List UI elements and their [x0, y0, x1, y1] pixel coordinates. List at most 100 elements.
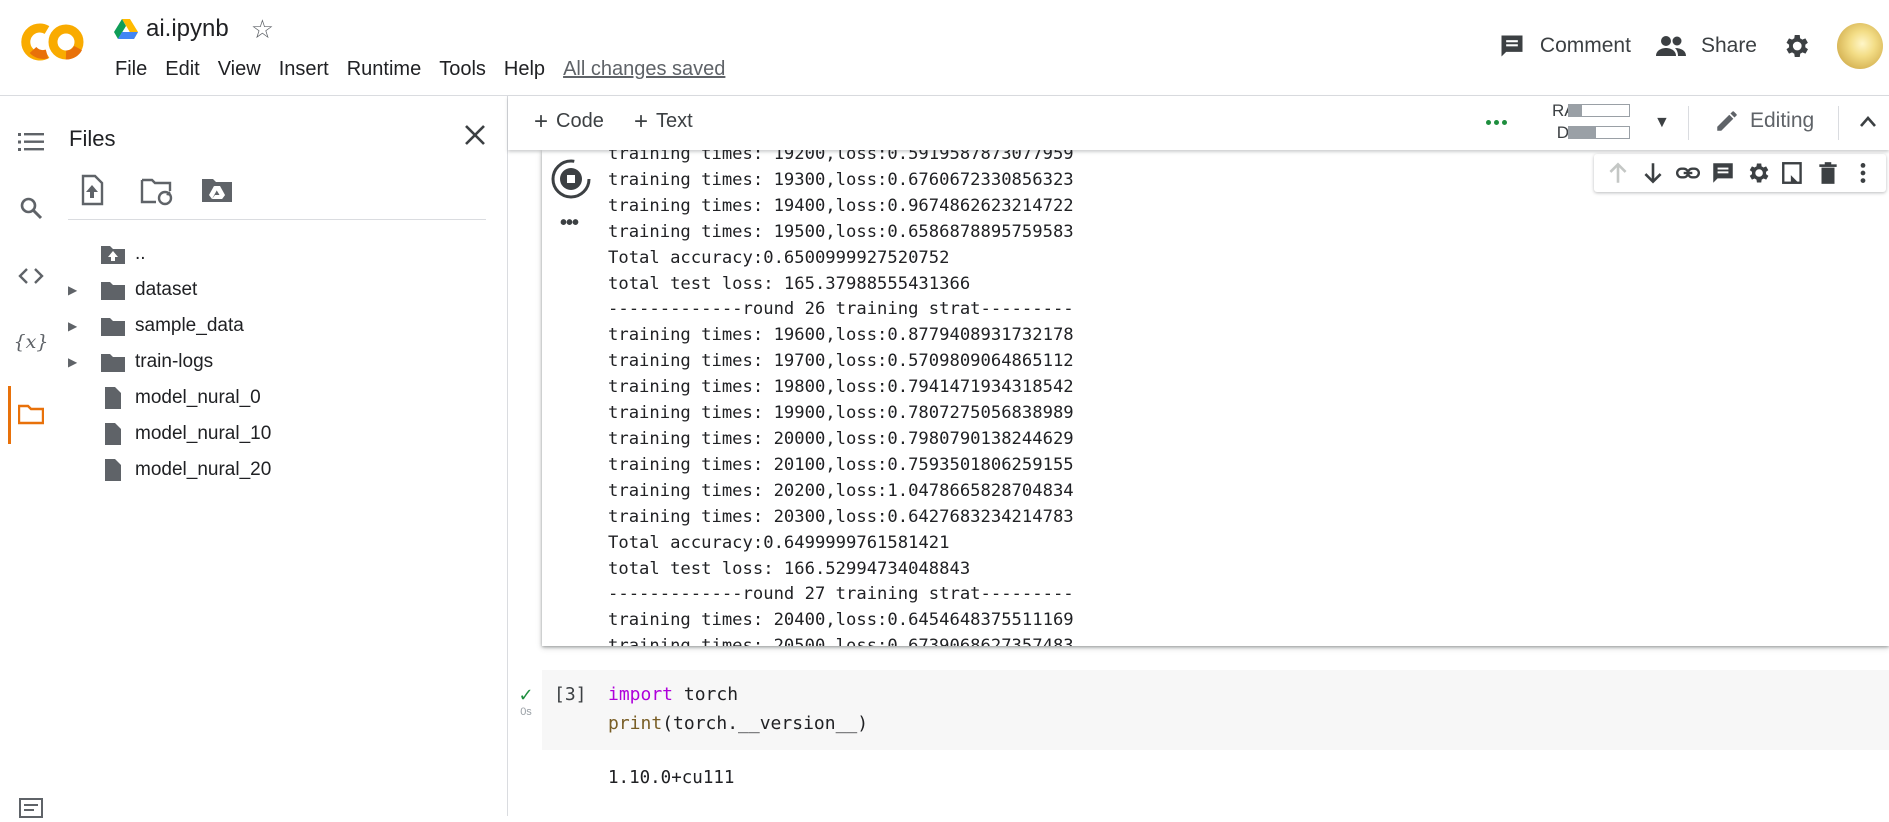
- output-line: training times: 20300,loss:0.64276832342…: [608, 506, 1074, 527]
- output-line: training times: 19300,loss:0.67606723308…: [608, 169, 1074, 190]
- output-line: training times: 19500,loss:0.65868788957…: [608, 221, 1074, 242]
- cell-toolbar: [1594, 154, 1886, 192]
- menu-view[interactable]: View: [209, 56, 270, 83]
- files-folder-icon[interactable]: [17, 400, 45, 428]
- tree-item-label: ..: [135, 243, 146, 264]
- menu-file[interactable]: File: [106, 56, 156, 83]
- output-line: training times: 20400,loss:0.64546483755…: [608, 610, 1074, 631]
- tree-item-sample-data[interactable]: ▶ sample_data: [54, 308, 508, 344]
- stop-execution-icon[interactable]: [550, 158, 592, 200]
- saved-status[interactable]: All changes saved: [554, 56, 734, 83]
- expand-caret-icon[interactable]: ▶: [68, 283, 78, 297]
- add-text-label: Text: [656, 110, 693, 132]
- exec-time: 0s: [520, 706, 532, 718]
- menu-edit[interactable]: Edit: [156, 56, 208, 83]
- rail-active-indicator: [8, 386, 11, 444]
- code-editor[interactable]: import torch print(torch.__version__): [608, 680, 868, 738]
- code-text: (torch.__version__): [662, 713, 869, 734]
- header-actions: Comment Share: [1498, 0, 1889, 92]
- add-comment-icon[interactable]: [1710, 160, 1736, 186]
- user-avatar[interactable]: [1837, 23, 1883, 69]
- plus-icon: +: [534, 107, 549, 135]
- tree-item-model-nural-0[interactable]: model_nural_0: [54, 380, 508, 416]
- output-line: Total accuracy:0.6500999927520752: [608, 247, 950, 268]
- resources-dropdown-icon[interactable]: ▼: [1654, 114, 1670, 132]
- output-line: -------------round 27 training strat----…: [608, 584, 1074, 605]
- toolbar-divider: [1838, 106, 1839, 140]
- comment-button[interactable]: Comment: [1498, 32, 1631, 60]
- terminal-icon[interactable]: [17, 794, 45, 822]
- output-line: Total accuracy:0.6499999761581421: [608, 532, 950, 553]
- folder-icon: [101, 354, 125, 372]
- output-line: training times: 19700,loss:0.57098090648…: [608, 351, 1074, 372]
- menu-tools[interactable]: Tools: [430, 56, 495, 83]
- more-vert-icon[interactable]: [1850, 160, 1876, 186]
- tree-item-dataset[interactable]: ▶ dataset: [54, 272, 508, 308]
- files-panel: Files .. ▶ dataset ▶ sample_data ▶ train…: [54, 96, 508, 816]
- share-button[interactable]: Share: [1655, 34, 1757, 58]
- exec-count: [3]: [554, 684, 587, 705]
- editing-mode-button[interactable]: Editing: [1714, 108, 1814, 134]
- runtime-busy-indicator: [1486, 120, 1510, 125]
- mount-drive-icon[interactable]: [200, 174, 234, 206]
- link-icon[interactable]: [1675, 160, 1701, 186]
- notebook-toolbar: + Code + Text RAM Disk ▼ Editing: [508, 96, 1889, 150]
- files-toolbar: [68, 172, 486, 220]
- disk-usage-fill: [1569, 127, 1596, 138]
- star-icon[interactable]: ☆: [251, 16, 274, 42]
- tree-item-label: sample_data: [135, 315, 244, 336]
- share-label: Share: [1700, 34, 1757, 57]
- chevron-up-icon[interactable]: [1858, 112, 1878, 132]
- tree-item-train-logs[interactable]: ▶ train-logs: [54, 344, 508, 380]
- code-snippets-icon[interactable]: [17, 262, 45, 290]
- tree-item-model-nural-10[interactable]: model_nural_10: [54, 416, 508, 452]
- left-rail: {x}: [0, 96, 54, 818]
- more-output-icon[interactable]: •••: [560, 212, 579, 235]
- output-cell[interactable]: ••• training times: 19200,loss:0.5919587…: [542, 150, 1889, 646]
- settings-gear-icon[interactable]: [1781, 31, 1811, 61]
- output-text: training times: 19200,loss:0.59195878730…: [608, 150, 1074, 646]
- tree-item-parent[interactable]: ..: [54, 236, 508, 272]
- output-line: total test loss: 166.52994734048843: [608, 558, 971, 579]
- output-line: training times: 19400,loss:0.96748626232…: [608, 195, 1074, 216]
- cell-settings-gear-icon[interactable]: [1745, 160, 1771, 186]
- close-icon[interactable]: [458, 118, 492, 152]
- table-of-contents-icon[interactable]: [17, 128, 45, 156]
- menu-runtime[interactable]: Runtime: [338, 56, 430, 83]
- add-code-button[interactable]: + Code: [534, 107, 604, 135]
- add-code-label: Code: [556, 110, 604, 132]
- expand-caret-icon[interactable]: ▶: [68, 355, 78, 369]
- output-line: training times: 20000,loss:0.79807901382…: [608, 428, 1074, 449]
- colab-logo[interactable]: [20, 20, 86, 64]
- tree-item-label: dataset: [135, 279, 198, 300]
- menu-insert[interactable]: Insert: [270, 56, 338, 83]
- refresh-folder-icon[interactable]: [140, 174, 174, 206]
- cell-run-status[interactable]: ✓ 0s: [516, 686, 536, 718]
- file-tree: .. ▶ dataset ▶ sample_data ▶ train-logs …: [54, 236, 508, 488]
- move-down-arrow-icon[interactable]: [1640, 160, 1666, 186]
- tree-item-label: model_nural_10: [135, 423, 272, 444]
- variables-icon[interactable]: {x}: [14, 328, 49, 356]
- search-icon[interactable]: [17, 194, 45, 222]
- add-text-button[interactable]: + Text: [634, 107, 693, 135]
- people-icon: [1655, 36, 1686, 56]
- google-drive-icon[interactable]: [114, 18, 138, 40]
- disk-usage-bar: [1568, 126, 1630, 139]
- output-line: training times: 20500,loss:0.67390686273…: [608, 634, 1074, 646]
- expand-caret-icon[interactable]: ▶: [68, 319, 78, 333]
- mirror-cell-icon[interactable]: [1780, 160, 1806, 186]
- code-keyword: import: [608, 684, 674, 705]
- output-line: total test loss: 165.37988555431366: [608, 273, 971, 294]
- notebook-title[interactable]: ai.ipynb: [146, 15, 229, 43]
- plus-icon: +: [634, 107, 649, 135]
- delete-trash-icon[interactable]: [1815, 160, 1841, 186]
- move-up-arrow-icon[interactable]: [1605, 160, 1631, 186]
- comment-icon: [1501, 35, 1523, 57]
- output-line: training times: 19600,loss:0.87794089317…: [608, 325, 1074, 346]
- comment-label: Comment: [1539, 34, 1631, 57]
- menu-help[interactable]: Help: [495, 56, 554, 83]
- code-text: torch: [673, 684, 739, 705]
- tree-item-model-nural-20[interactable]: model_nural_20: [54, 452, 508, 488]
- upload-file-icon[interactable]: [76, 174, 108, 206]
- code-cell[interactable]: import torch print(torch.__version__): [542, 670, 1889, 750]
